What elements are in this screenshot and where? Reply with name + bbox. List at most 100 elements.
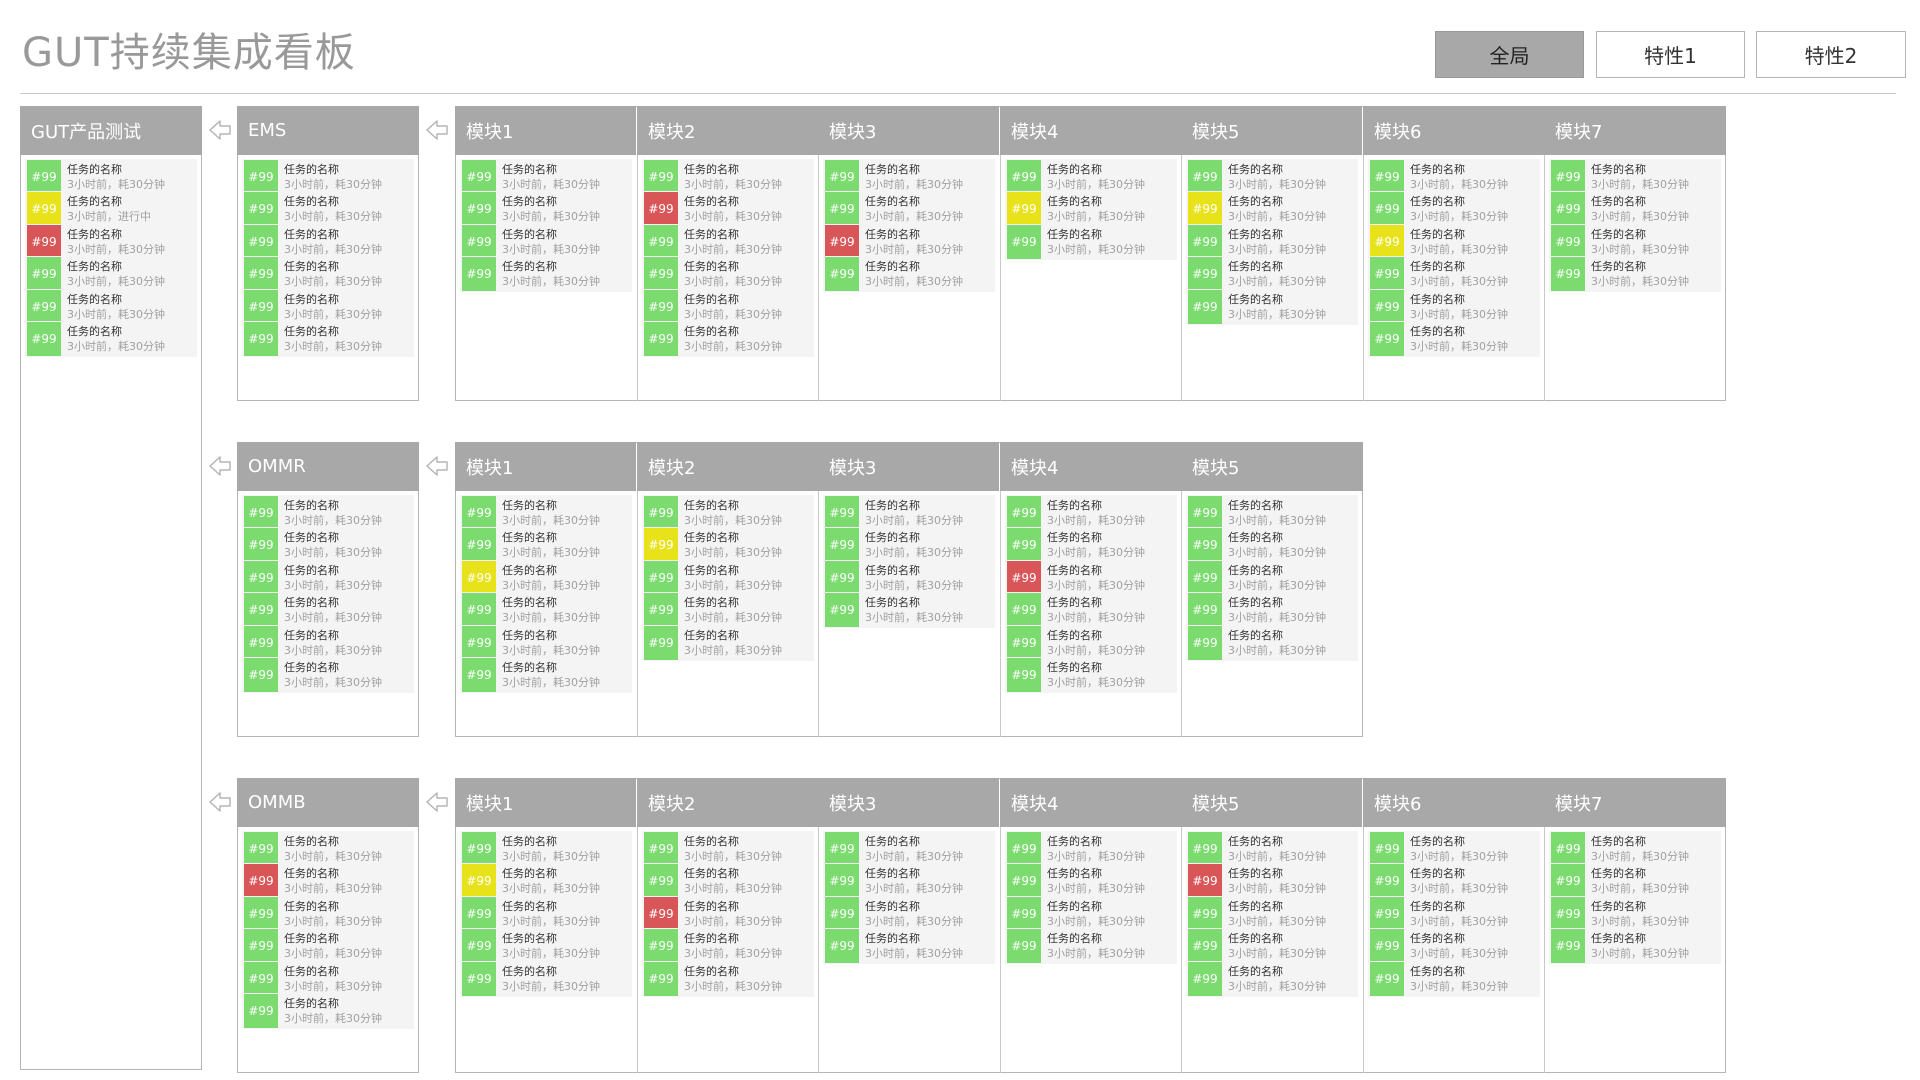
task-card[interactable]: #99任务的名称3小时前，耗30分钟 [242, 495, 414, 531]
task-card[interactable]: #99任务的名称3小时前，耗30分钟 [1005, 592, 1177, 629]
task-card[interactable]: #99任务的名称3小时前，耗30分钟 [1186, 831, 1358, 867]
task-card[interactable]: #99任务的名称3小时前，耗30分钟 [242, 223, 414, 260]
task-card[interactable]: #99任务的名称3小时前，耗30分钟 [460, 657, 632, 693]
task-card[interactable]: #99任务的名称3小时前，耗30分钟 [460, 863, 632, 900]
task-card[interactable]: #99任务的名称3小时前，耗30分钟 [823, 495, 995, 531]
task-card[interactable]: #99任务的名称3小时前，耗30分钟 [1186, 928, 1358, 965]
task-card[interactable]: #99任务的名称3小时前，耗30分钟 [1549, 191, 1721, 228]
task-card[interactable]: #99任务的名称3小时前，耗30分钟 [642, 527, 814, 564]
task-card[interactable]: #99任务的名称3小时前，耗30分钟 [1368, 960, 1540, 997]
task-card[interactable]: #99任务的名称3小时前，耗30分钟 [642, 592, 814, 629]
task-card[interactable]: #99任务的名称3小时前，耗30分钟 [1368, 895, 1540, 932]
task-card[interactable]: #99任务的名称3小时前，耗30分钟 [1186, 863, 1358, 900]
task-card[interactable]: #99任务的名称3小时前，耗30分钟 [823, 592, 995, 629]
task-card[interactable]: #99任务的名称3小时前，耗30分钟 [1186, 191, 1358, 228]
task-card[interactable]: #99任务的名称3小时前，耗30分钟 [1186, 960, 1358, 997]
task-card[interactable]: #99任务的名称3小时前，耗30分钟 [1186, 223, 1358, 260]
module-header[interactable]: 模块2 [637, 106, 818, 155]
task-card[interactable]: #99任务的名称3小时前，耗30分钟 [460, 256, 632, 293]
task-card[interactable]: #99任务的名称3小时前，耗30分钟 [1005, 895, 1177, 932]
task-card[interactable]: #99 任务的名称 3小时前，进行中 [25, 191, 197, 228]
task-card[interactable]: #99任务的名称3小时前，耗30分钟 [1186, 159, 1358, 195]
task-card[interactable]: #99任务的名称3小时前，耗30分钟 [1368, 321, 1540, 357]
module-header[interactable]: 模块3 [818, 778, 999, 827]
task-card[interactable]: #99任务的名称3小时前，耗30分钟 [242, 657, 414, 693]
task-card[interactable]: #99任务的名称3小时前，耗30分钟 [1549, 256, 1721, 293]
task-card[interactable]: #99任务的名称3小时前，耗30分钟 [242, 928, 414, 965]
task-card[interactable]: #99任务的名称3小时前，耗30分钟 [1005, 624, 1177, 661]
module-header[interactable]: 模块1 [455, 778, 636, 827]
task-card[interactable]: #99任务的名称3小时前，耗30分钟 [460, 831, 632, 867]
task-card[interactable]: #99任务的名称3小时前，耗30分钟 [25, 223, 197, 260]
task-card[interactable]: #99任务的名称3小时前，耗30分钟 [25, 321, 197, 357]
module-header[interactable]: 模块6 [1363, 106, 1544, 155]
task-card[interactable]: #99任务的名称3小时前，耗30分钟 [1186, 256, 1358, 293]
module-header[interactable]: 模块4 [1000, 778, 1181, 827]
task-card[interactable]: #99任务的名称3小时前，耗30分钟 [1005, 495, 1177, 531]
task-card[interactable]: #99任务的名称3小时前，耗30分钟 [1186, 895, 1358, 932]
module-header[interactable]: 模块3 [818, 442, 999, 491]
task-card[interactable]: #99任务的名称3小时前，耗30分钟 [25, 288, 197, 325]
task-card[interactable]: #99任务的名称3小时前，耗30分钟 [1368, 831, 1540, 867]
task-card[interactable]: #99任务的名称3小时前，耗30分钟 [1549, 831, 1721, 867]
module-header[interactable]: 模块4 [1000, 442, 1181, 491]
module-header[interactable]: 模块2 [637, 442, 818, 491]
task-card[interactable]: #99任务的名称3小时前，耗30分钟 [823, 895, 995, 932]
task-card[interactable]: #99任务的名称3小时前，耗30分钟 [642, 288, 814, 325]
product-column-header[interactable]: GUT产品测试 [20, 106, 202, 155]
task-card[interactable]: #99任务的名称3小时前，耗30分钟 [242, 831, 414, 867]
task-card[interactable]: #99任务的名称3小时前，耗30分钟 [242, 159, 414, 195]
task-card[interactable]: #99任务的名称3小时前，耗30分钟 [460, 527, 632, 564]
task-card[interactable]: #99任务的名称3小时前，耗30分钟 [242, 191, 414, 228]
task-card[interactable]: #99任务的名称3小时前，耗30分钟 [460, 559, 632, 596]
task-card[interactable]: #99任务的名称3小时前，耗30分钟 [1005, 657, 1177, 693]
task-card[interactable]: #99任务的名称3小时前，耗30分钟 [1005, 223, 1177, 260]
task-card[interactable]: #99任务的名称3小时前，耗30分钟 [642, 863, 814, 900]
task-card[interactable]: #99任务的名称3小时前，耗30分钟 [642, 895, 814, 932]
task-card[interactable]: #99任务的名称3小时前，耗30分钟 [1368, 256, 1540, 293]
task-card[interactable]: #99任务的名称3小时前，耗30分钟 [642, 321, 814, 357]
module-header[interactable]: 模块5 [1181, 442, 1363, 491]
task-card[interactable]: #99任务的名称3小时前，耗30分钟 [642, 928, 814, 965]
task-card[interactable]: #99任务的名称3小时前，耗30分钟 [642, 191, 814, 228]
task-card[interactable]: #99任务的名称3小时前，耗30分钟 [1549, 863, 1721, 900]
task-card[interactable]: #99任务的名称3小时前，耗30分钟 [1005, 527, 1177, 564]
task-card[interactable]: #99任务的名称3小时前，耗30分钟 [823, 223, 995, 260]
task-card[interactable]: #99任务的名称3小时前，耗30分钟 [460, 895, 632, 932]
task-card[interactable]: #99任务的名称3小时前，耗30分钟 [1368, 223, 1540, 260]
task-card[interactable]: #99任务的名称3小时前，耗30分钟 [823, 159, 995, 195]
task-card[interactable]: #99任务的名称3小时前，耗30分钟 [242, 863, 414, 900]
task-card[interactable]: #99任务的名称3小时前，耗30分钟 [1005, 928, 1177, 965]
task-card[interactable]: #99任务的名称3小时前，耗30分钟 [823, 256, 995, 293]
task-card[interactable]: #99任务的名称3小时前，耗30分钟 [242, 256, 414, 293]
task-card[interactable]: #99任务的名称3小时前，耗30分钟 [242, 960, 414, 997]
task-card[interactable]: #99任务的名称3小时前，耗30分钟 [642, 223, 814, 260]
task-card[interactable]: #99任务的名称3小时前，耗30分钟 [1005, 831, 1177, 867]
task-card[interactable]: #99任务的名称3小时前，耗30分钟 [1368, 288, 1540, 325]
task-card[interactable]: #99任务的名称3小时前，耗30分钟 [1549, 159, 1721, 195]
subsystem-header-ommb[interactable]: OMMB [237, 778, 419, 827]
module-header[interactable]: 模块7 [1544, 106, 1726, 155]
task-card[interactable]: #99任务的名称3小时前，耗30分钟 [1005, 559, 1177, 596]
task-card[interactable]: #99任务的名称3小时前，耗30分钟 [642, 159, 814, 195]
tab-global[interactable]: 全局 [1435, 31, 1584, 78]
task-card[interactable]: #99任务的名称3小时前，耗30分钟 [1186, 592, 1358, 629]
subsystem-header-ommr[interactable]: OMMR [237, 442, 419, 491]
task-card[interactable]: #99任务的名称3小时前，耗30分钟 [1005, 159, 1177, 195]
task-card[interactable]: #99任务的名称3小时前，耗30分钟 [1005, 191, 1177, 228]
task-card[interactable]: #99任务的名称3小时前，耗30分钟 [1186, 288, 1358, 325]
task-card[interactable]: #99任务的名称3小时前，耗30分钟 [642, 831, 814, 867]
task-card[interactable]: #99任务的名称3小时前，耗30分钟 [242, 321, 414, 357]
task-card[interactable]: #99任务的名称3小时前，耗30分钟 [823, 559, 995, 596]
module-header[interactable]: 模块1 [455, 106, 636, 155]
module-header[interactable]: 模块5 [1181, 778, 1362, 827]
task-card[interactable]: #99任务的名称3小时前，耗30分钟 [242, 993, 414, 1029]
task-card[interactable]: #99任务的名称3小时前，耗30分钟 [242, 592, 414, 629]
module-header[interactable]: 模块3 [818, 106, 999, 155]
task-card[interactable]: #99任务的名称3小时前，耗30分钟 [460, 159, 632, 195]
task-card[interactable]: #99任务的名称3小时前，耗30分钟 [823, 928, 995, 965]
task-card[interactable]: #99任务的名称3小时前，耗30分钟 [242, 288, 414, 325]
task-card[interactable]: #99任务的名称3小时前，耗30分钟 [25, 159, 197, 195]
task-card[interactable]: #99任务的名称3小时前，耗30分钟 [1549, 928, 1721, 965]
task-card[interactable]: #99任务的名称3小时前，耗30分钟 [823, 831, 995, 867]
